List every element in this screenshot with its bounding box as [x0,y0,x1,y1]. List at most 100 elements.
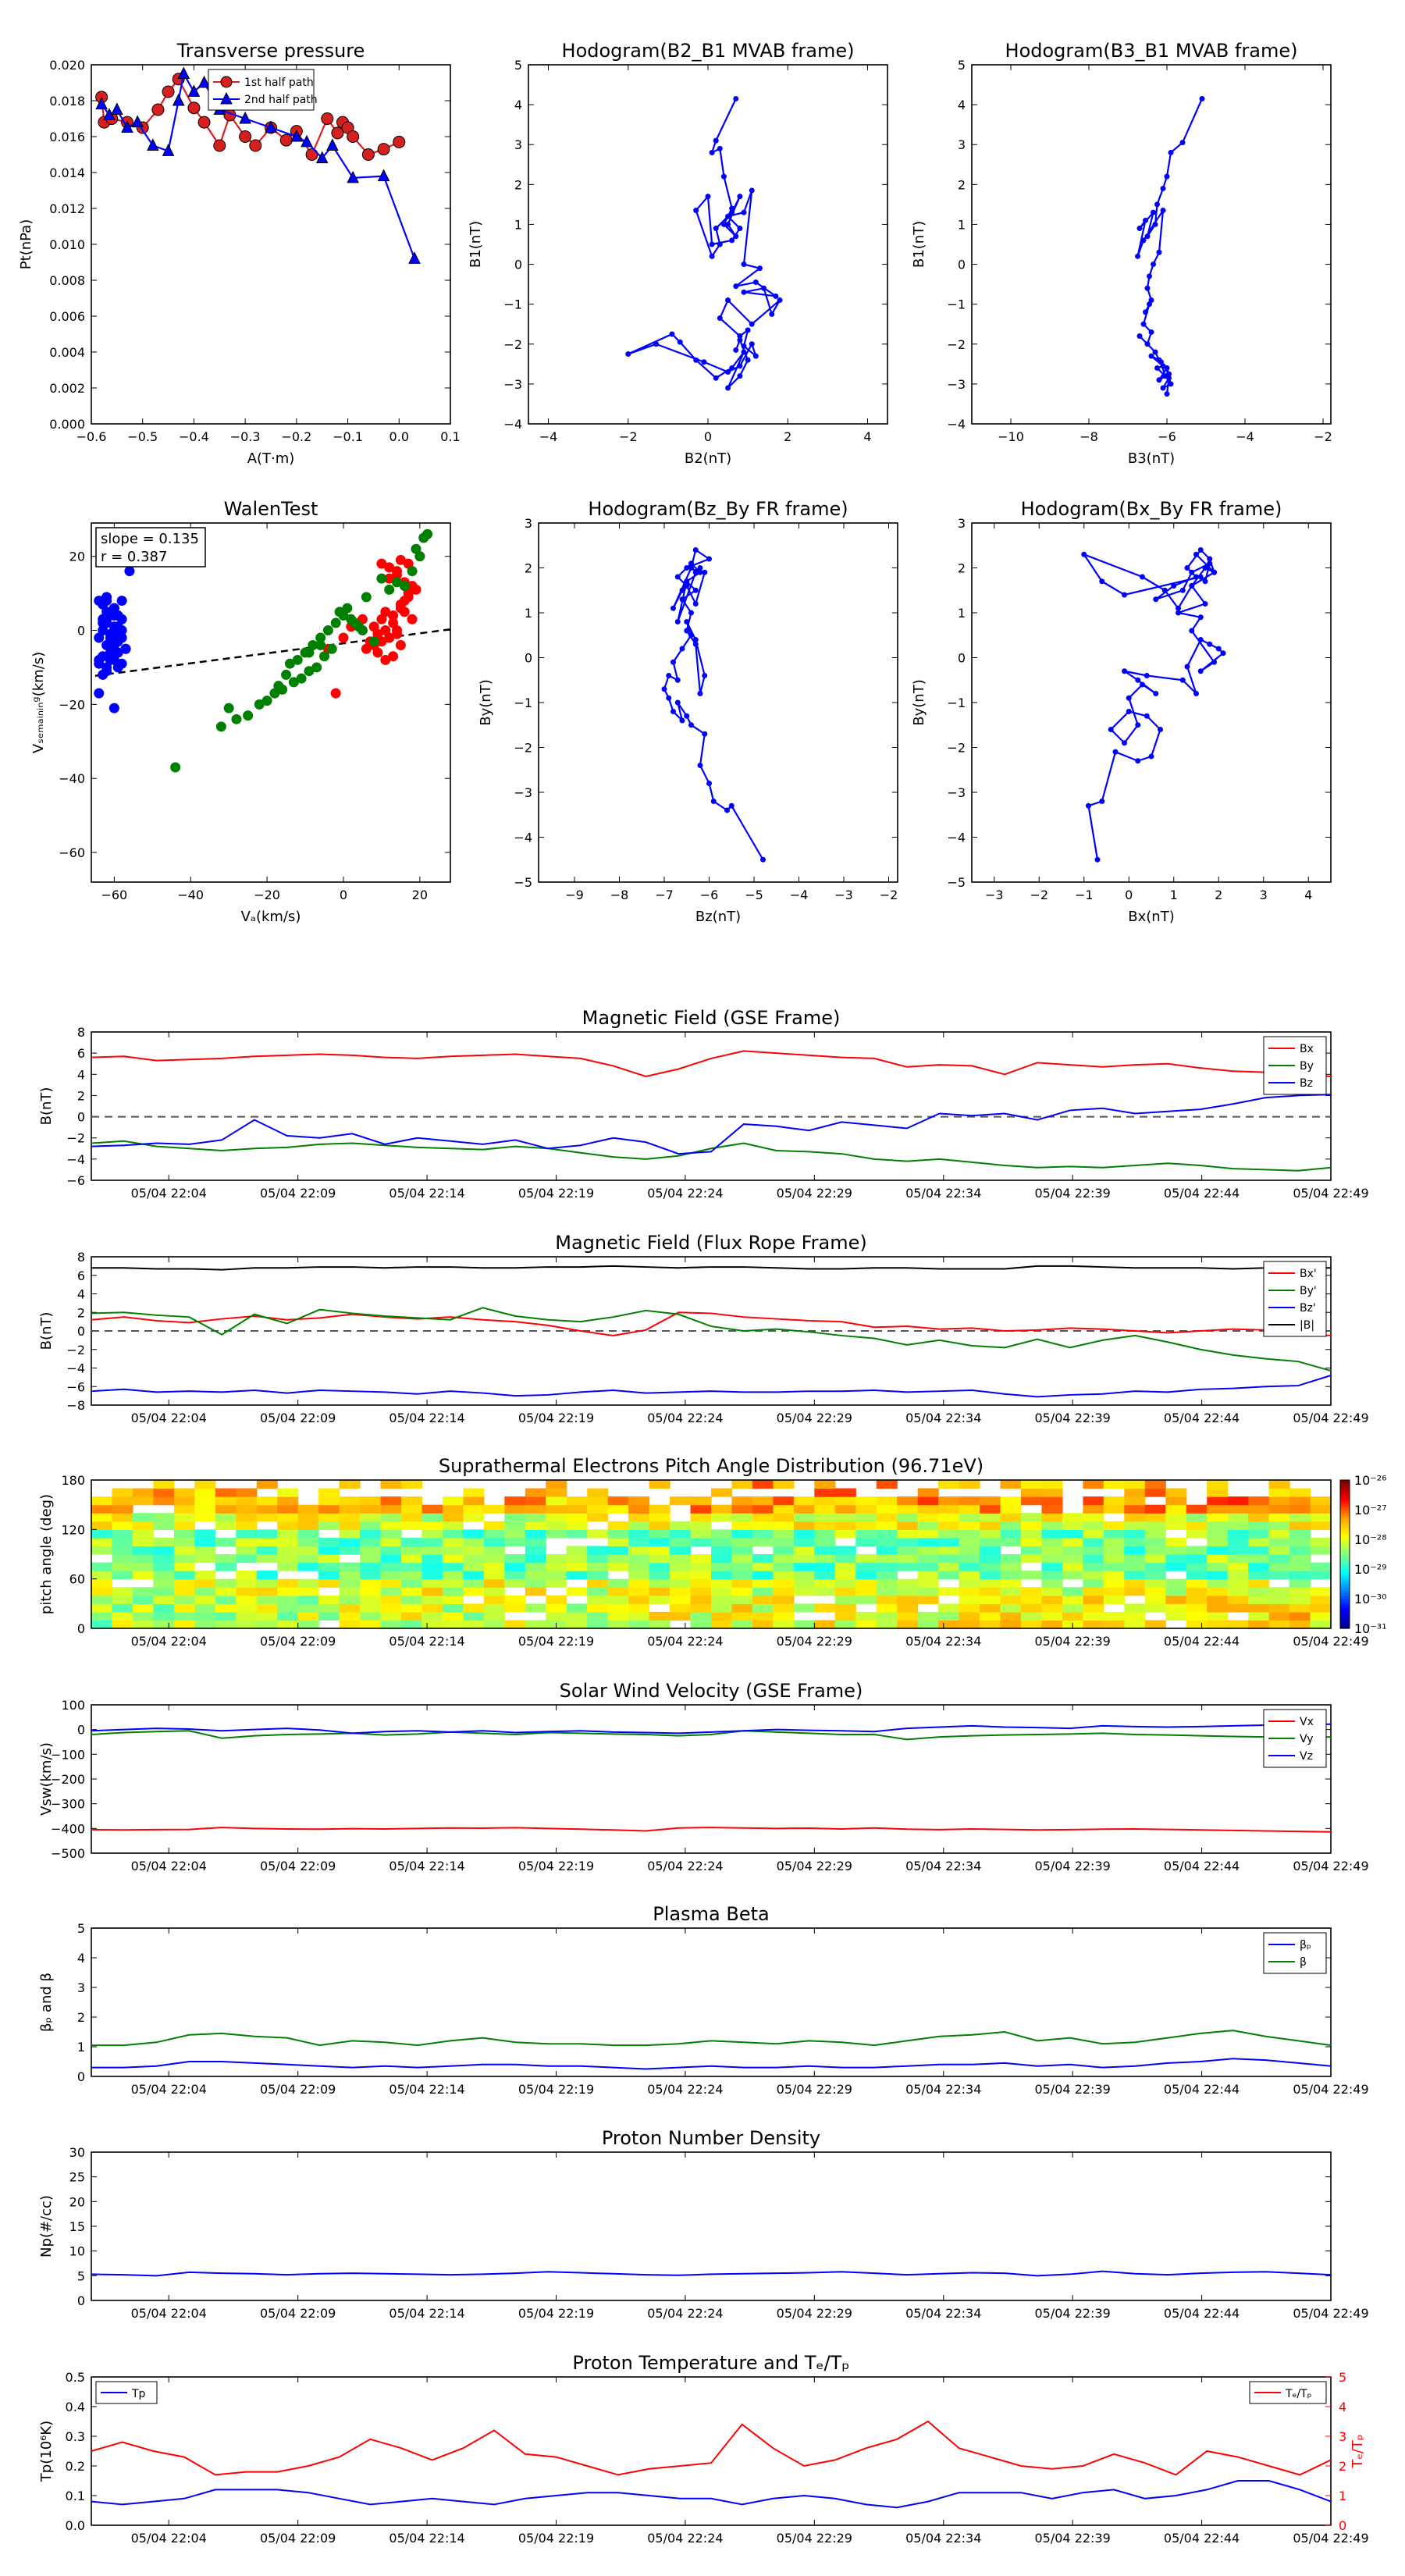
heatmap-cell [525,1488,546,1497]
data-point [1197,574,1204,580]
x-tick-label: 05/04 22:14 [389,1186,464,1201]
heatmap-cell [834,1595,856,1604]
data-point [666,673,672,678]
heatmap-cell [752,1496,774,1506]
heatmap-cell [1021,1513,1043,1522]
heatmap-cell [1289,1529,1311,1539]
heatmap-cell [380,1562,402,1571]
heatmap-cell [834,1611,856,1621]
x-tick-label: 05/04 22:24 [647,2082,723,2097]
heatmap-cell [752,1513,774,1522]
heatmap-cell [1062,1529,1083,1539]
heatmap-cell [1144,1504,1166,1514]
heatmap-cell [504,1513,526,1522]
heatmap-cell [690,1513,712,1522]
heatmap-cell [132,1488,154,1497]
heatmap-cell [1103,1537,1125,1547]
heatmap-cell [401,1562,423,1571]
heatmap-cell [1000,1587,1022,1596]
y-tick-label: −3 [947,377,966,392]
heatmap-cell [628,1529,650,1539]
heatmap-cell [959,1595,980,1604]
heatmap-cell [938,1603,960,1613]
data-point [670,659,676,665]
heatmap-cell [607,1496,629,1506]
data-point [1164,365,1170,371]
heatmap-cell [1041,1521,1063,1530]
heatmap-cell [1062,1537,1083,1547]
data-point [1122,592,1127,598]
plot-area [661,547,766,863]
heatmap-cell [422,1587,443,1596]
heatmap-cell [1310,1595,1332,1604]
legend-label: Vy [1300,1733,1314,1745]
heatmap-cell [876,1620,898,1629]
data-point [752,279,759,286]
data-point [1197,637,1204,642]
heatmap-cell [91,1595,113,1604]
heatmap-cell [401,1496,423,1506]
heatmap-cell [649,1529,670,1539]
data-point [1154,201,1160,208]
heatmap-cell [463,1529,485,1539]
heatmap-cell [980,1521,1001,1530]
heatmap-cell [256,1529,278,1539]
data-point [1156,377,1162,383]
heatmap-cell [566,1603,588,1613]
heatmap-cell [1083,1554,1104,1564]
heatmap-cell [215,1521,237,1530]
data-point [706,781,712,786]
data-point [725,369,731,375]
heatmap-cell [525,1521,546,1530]
heatmap-cell [938,1546,960,1555]
heatmap-cell [112,1571,133,1580]
colorbar-cell [1340,1586,1350,1591]
data-point [403,592,414,603]
heatmap-cell [236,1496,258,1506]
heatmap-cell [814,1620,836,1629]
x-tick-label: 05/04 22:09 [260,1634,336,1649]
heatmap-cell [1083,1529,1104,1539]
y-tick-label: −6 [66,1379,85,1394]
heatmap-cell [1041,1537,1063,1547]
y-tick-label: 0.018 [49,94,85,109]
heatmap-cell [339,1504,361,1514]
heatmap-cell [380,1571,402,1580]
heatmap-cell [256,1611,278,1621]
data-point [725,213,731,219]
heatmap-cell [752,1504,774,1514]
x-tick-label: −7 [655,888,674,902]
heatmap-cell [1041,1496,1063,1506]
heatmap-cell [1310,1620,1332,1629]
heatmap-cell [1289,1513,1311,1522]
y-tick-label: 3 [525,516,532,531]
heatmap-cell [360,1620,382,1629]
x-tick-label: 05/04 22:29 [777,1634,852,1649]
data-point [407,566,418,577]
heatmap-cell [1165,1496,1187,1506]
heatmap-cell [959,1496,980,1506]
heatmap-cell [793,1571,815,1580]
heatmap-cell [670,1496,692,1506]
data-point [177,66,190,79]
x-tick-label: 05/04 22:14 [389,1634,464,1649]
series-line [91,2480,1332,2509]
heatmap-cell [1124,1578,1146,1588]
heatmap-cell [1083,1611,1104,1621]
heatmap-cell [112,1611,133,1621]
heatmap-cell [1268,1571,1290,1580]
heatmap-cell [731,1554,753,1564]
heatmap-cell [917,1554,939,1564]
data-point [347,130,360,143]
x-tick-label: 05/04 22:14 [389,2306,464,2321]
legend-box [1263,1932,1327,1974]
heatmap-cell [153,1611,175,1621]
y-tick-label: −20 [59,697,85,712]
heatmap-cell [773,1496,795,1506]
heatmap-cell [173,1537,195,1547]
heatmap-cell [1207,1620,1229,1629]
heatmap-cell [463,1504,485,1514]
heatmap-cell [1000,1513,1022,1522]
x-tick-label: 05/04 22:49 [1293,2531,1368,2546]
data-point [326,643,337,654]
